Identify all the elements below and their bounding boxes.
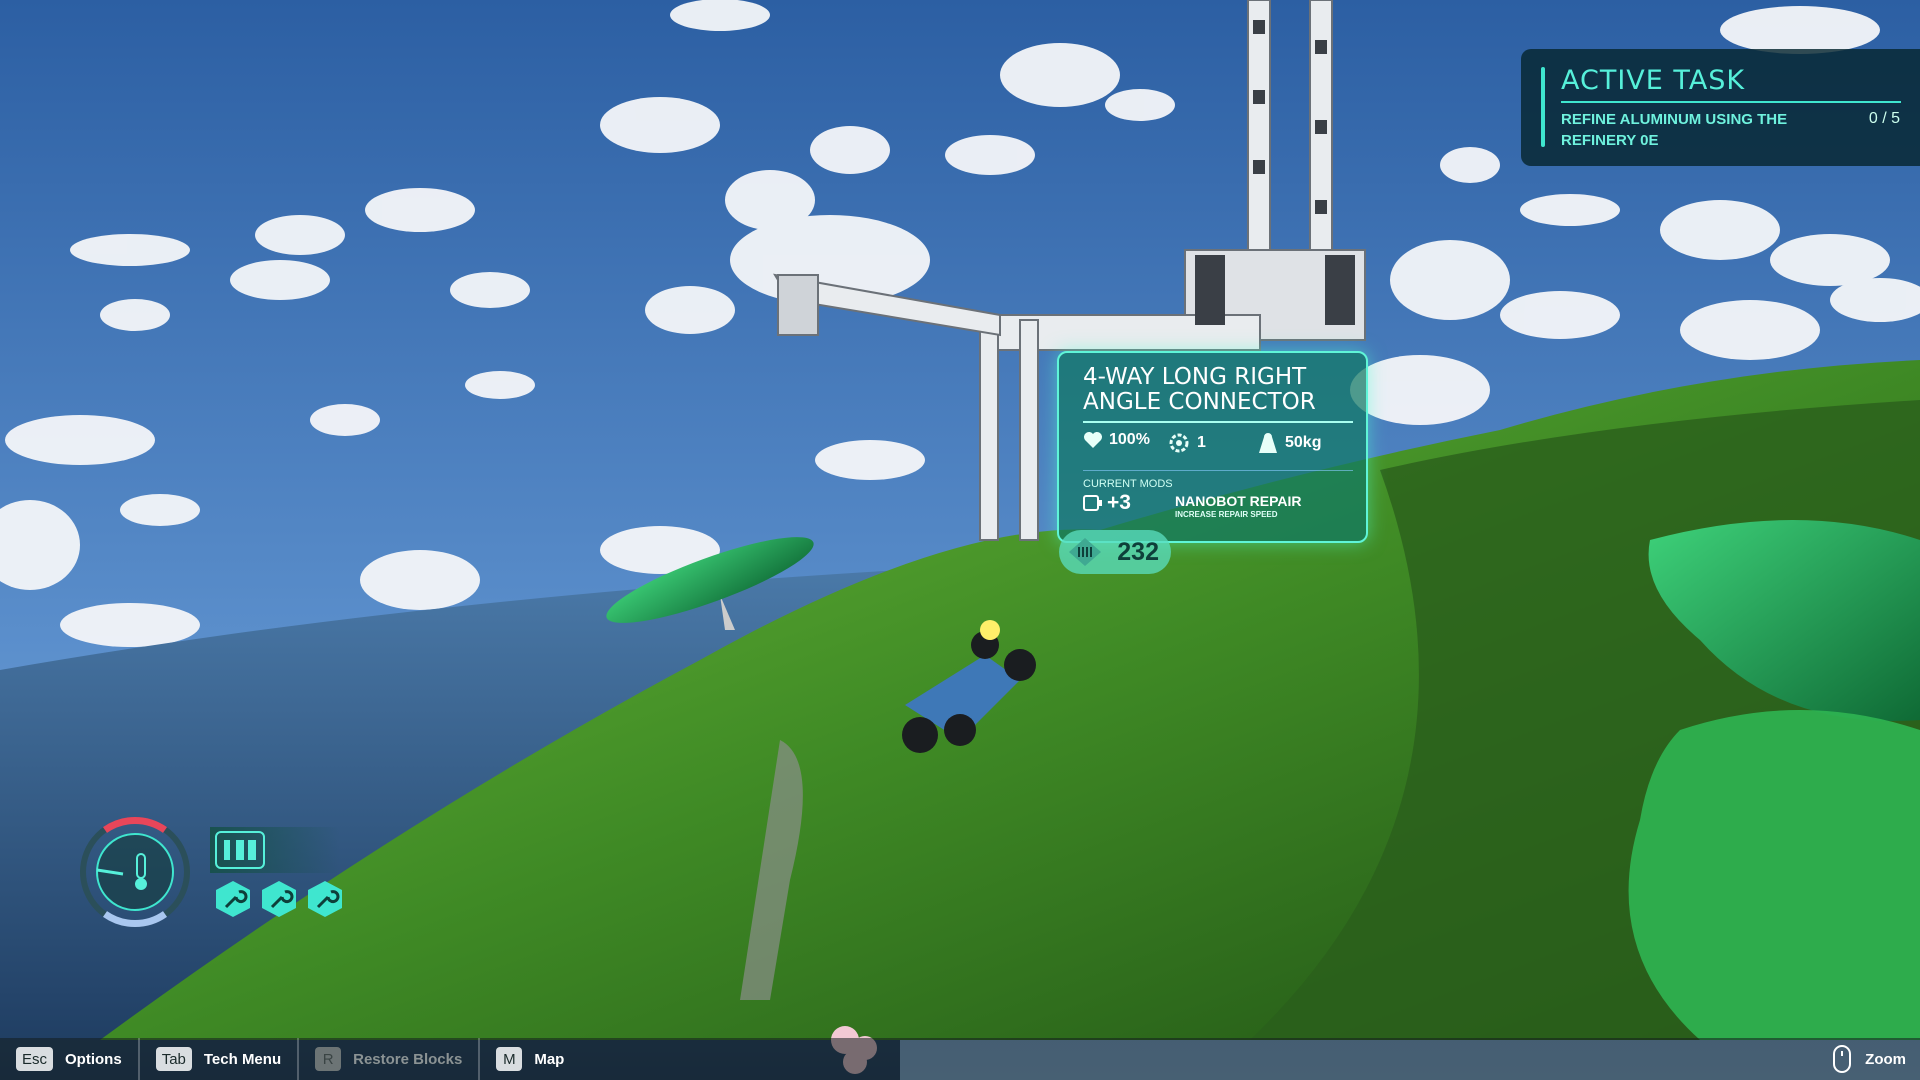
block-cost-value: 232 xyxy=(1117,537,1159,566)
health-value: 100% xyxy=(1109,431,1150,448)
weight-value: 50kg xyxy=(1285,434,1322,451)
thermometer-gauge xyxy=(80,817,190,927)
gear-icon xyxy=(1169,433,1189,453)
weight-stat: 50kg xyxy=(1257,431,1321,455)
wrench-icon[interactable] xyxy=(215,880,251,918)
mod-count-value: +3 xyxy=(1107,491,1131,514)
mod-icon xyxy=(1083,495,1102,511)
block-title: 4-WAY LONG RIGHT ANGLE CONNECTOR xyxy=(1083,364,1316,415)
active-task-panel: ACTIVE TASK REFINE ALUMINUM USING THE RE… xyxy=(1521,49,1920,166)
card-divider-2 xyxy=(1083,470,1353,471)
currency-icon xyxy=(1069,538,1101,566)
m-key: M xyxy=(496,1047,523,1071)
hint-restore-blocks[interactable]: R Restore Blocks xyxy=(299,1038,481,1080)
mouse-icon xyxy=(1833,1045,1852,1073)
map-label: Map xyxy=(534,1050,565,1068)
wrench-icon[interactable] xyxy=(307,880,343,918)
card-divider xyxy=(1083,421,1353,423)
control-hints-bar: Esc Options Tab Tech Menu R Restore Bloc… xyxy=(0,1038,1920,1080)
active-task-progress: 0 / 5 xyxy=(1868,110,1900,127)
hint-options[interactable]: Esc Options xyxy=(0,1038,140,1080)
hint-map[interactable]: M Map xyxy=(480,1038,580,1080)
options-label: Options xyxy=(65,1050,122,1068)
task-accent-bar xyxy=(1541,67,1545,147)
tool-slots xyxy=(215,880,343,918)
r-key: R xyxy=(315,1047,342,1071)
weight-icon xyxy=(1259,433,1277,453)
battery-icon xyxy=(215,831,265,869)
hint-tech-menu[interactable]: Tab Tech Menu xyxy=(140,1038,300,1080)
block-info-card: 4-WAY LONG RIGHT ANGLE CONNECTOR 100% 1 … xyxy=(1057,351,1368,543)
active-task-title: ACTIVE TASK xyxy=(1561,65,1746,96)
battery-panel xyxy=(210,827,340,873)
current-mods-label: CURRENT MODS xyxy=(1083,478,1173,490)
zoom-label: Zoom xyxy=(1865,1050,1906,1068)
wrench-icon[interactable] xyxy=(261,880,297,918)
restore-blocks-label: Restore Blocks xyxy=(353,1050,463,1068)
mod-count: +3 xyxy=(1083,491,1131,515)
tab-key: Tab xyxy=(155,1047,192,1071)
hint-zoom[interactable]: Zoom xyxy=(1833,1038,1906,1080)
active-task-description: REFINE ALUMINUM USING THE REFINERY 0E xyxy=(1561,111,1788,149)
heart-icon xyxy=(1084,432,1102,448)
esc-key: Esc xyxy=(16,1047,54,1071)
health-stat: 100% xyxy=(1083,431,1150,449)
task-divider xyxy=(1561,101,1901,103)
connections-stat: 1 xyxy=(1167,431,1206,455)
mod-description: INCREASE REPAIR SPEED xyxy=(1175,510,1278,519)
mod-name: NANOBOT REPAIR xyxy=(1175,493,1302,509)
block-cost-badge: 232 xyxy=(1059,530,1171,574)
connections-value: 1 xyxy=(1197,434,1206,451)
tech-menu-label: Tech Menu xyxy=(203,1050,282,1068)
